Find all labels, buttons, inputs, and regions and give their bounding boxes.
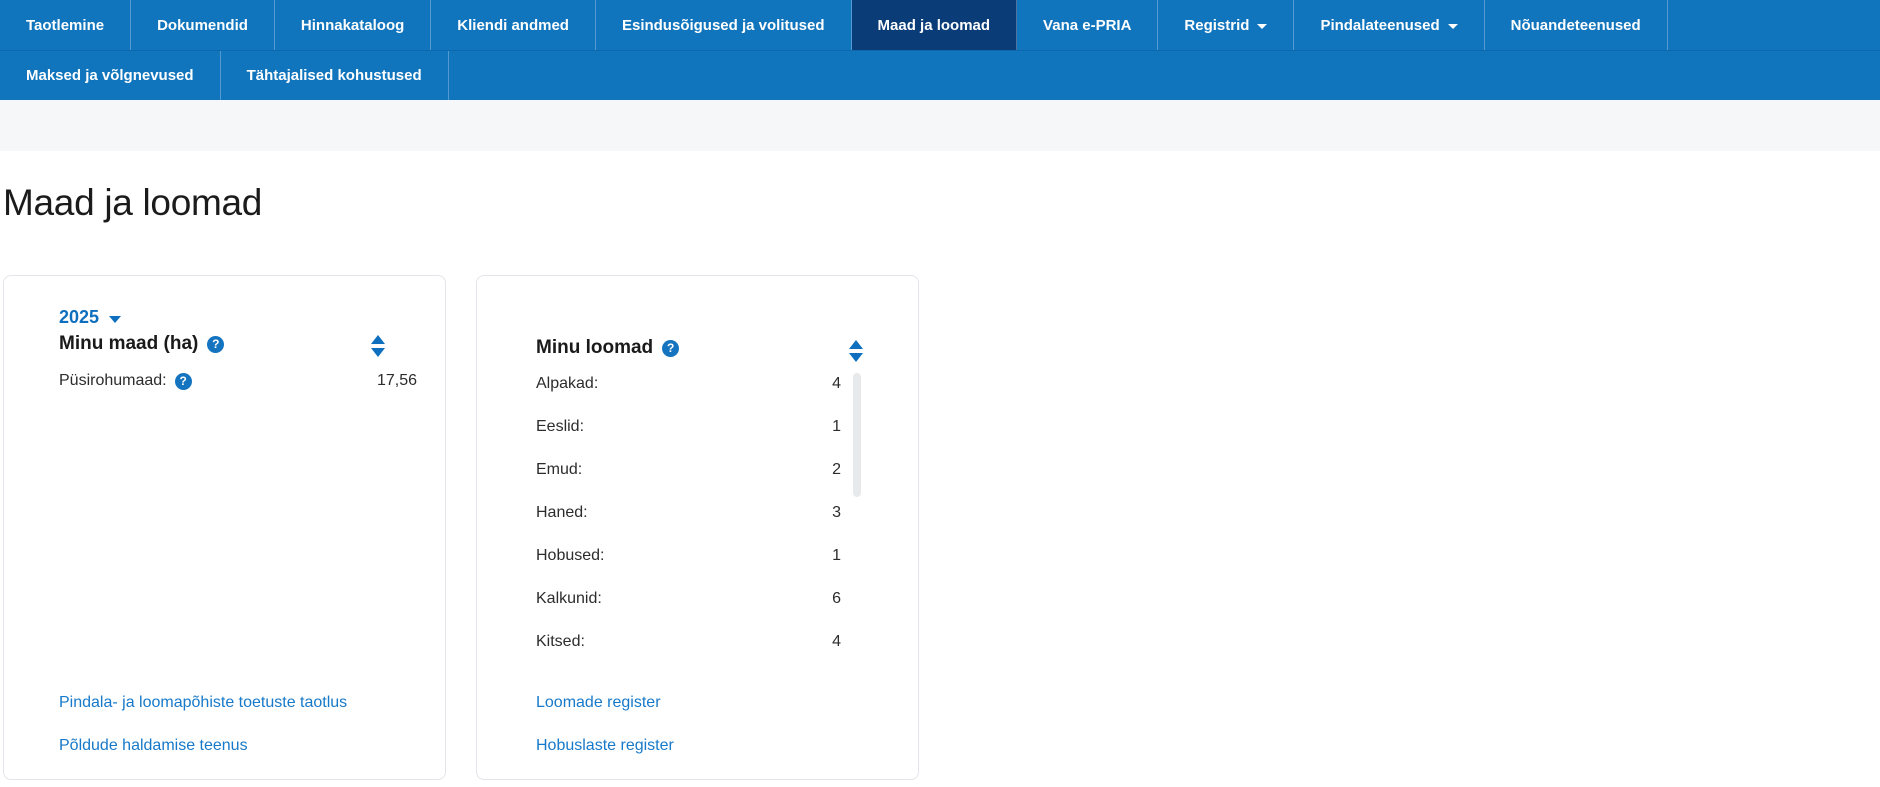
animal-row-label: Alpakad: — [536, 374, 598, 394]
list-item: Kitsed: 4 — [536, 632, 841, 652]
animal-row-label: Kalkunid: — [536, 589, 602, 609]
nav-tab[interactable]: Taotlemine — [0, 0, 131, 50]
land-card-links: Pindala- ja loomapõhiste toetuste taotlu… — [59, 693, 347, 756]
land-card: 2025 Minu maad (ha) Püsirohumaad: 17,56 — [3, 275, 446, 780]
land-row-value: 17,56 — [377, 371, 417, 391]
animal-row-value: 1 — [832, 546, 841, 566]
scrollbar-thumb[interactable] — [853, 373, 861, 497]
land-card-link[interactable]: Pindala- ja loomapõhiste toetuste taotlu… — [59, 693, 347, 713]
list-item: Haned: 3 — [536, 503, 841, 523]
nav-tab-label: Taotlemine — [26, 17, 104, 34]
nav-row-secondary: Maksed ja võlgnevused Tähtajalised kohus… — [0, 50, 1880, 100]
animal-row-label: Kitsed: — [536, 632, 585, 652]
chevron-down-icon — [1448, 24, 1458, 29]
nav-row-primary: Taotlemine Dokumendid Hinnakataloog Klie… — [0, 0, 1880, 50]
help-icon[interactable] — [175, 373, 192, 390]
year-selector[interactable]: 2025 — [59, 307, 121, 328]
list-item: Kalkunid: 6 — [536, 589, 841, 609]
nav-tab-label: Vana e-PRIA — [1043, 17, 1131, 34]
animals-card: Minu loomad Alpakad: 4 Eeslid: 1 — [476, 275, 919, 780]
animal-row-value: 6 — [832, 589, 841, 609]
nav-tab-label: Pindalateenused — [1320, 17, 1439, 34]
nav-tab[interactable]: Kliendi andmed — [431, 0, 596, 50]
animal-row-value: 1 — [832, 417, 841, 437]
animal-row-value: 2 — [832, 460, 841, 480]
nav-tab[interactable]: Nõuandeteenused — [1485, 0, 1668, 50]
sort-asc-icon — [849, 340, 863, 349]
help-icon[interactable] — [662, 340, 679, 357]
sort-desc-icon — [849, 353, 863, 362]
page-title: Maad ja loomad — [3, 181, 1880, 225]
animal-row-value: 3 — [832, 503, 841, 523]
chevron-down-icon — [1257, 24, 1267, 29]
nav-tab-label: Kliendi andmed — [457, 17, 569, 34]
nav-tab-label: Maksed ja võlgnevused — [26, 67, 194, 84]
nav-tab[interactable]: Hinnakataloog — [275, 0, 431, 50]
nav-tab[interactable]: Esindusõigused ja volitused — [596, 0, 852, 50]
nav-tab-label: Esindusõigused ja volitused — [622, 17, 825, 34]
nav-tab-label: Tähtajalised kohustused — [247, 67, 422, 84]
nav-tab[interactable]: Registrid — [1158, 0, 1294, 50]
animal-row-value: 4 — [832, 632, 841, 652]
nav-tab[interactable]: Maksed ja võlgnevused — [0, 51, 221, 100]
land-card-header: Minu maad (ha) — [59, 333, 417, 355]
list-item: Püsirohumaad: 17,56 — [59, 371, 417, 391]
list-item: Hobused: 1 — [536, 546, 841, 566]
list-item: Emud: 2 — [536, 460, 841, 480]
animal-row-label: Hobused: — [536, 546, 605, 566]
nav-tab[interactable]: Vana e-PRIA — [1017, 0, 1158, 50]
nav-tab-label: Nõuandeteenused — [1511, 17, 1641, 34]
animals-card-title: Minu loomad — [536, 337, 653, 359]
land-card-link[interactable]: Põldude haldamise teenus — [59, 736, 347, 756]
main-content: Maad ja loomad 2025 Minu maad (ha) Püsir… — [0, 181, 1880, 780]
nav-tab-label: Maad ja loomad — [878, 17, 991, 34]
animals-card-links: Loomade register Hobuslaste register — [536, 693, 674, 756]
animal-row-value: 4 — [832, 374, 841, 394]
nav-tab[interactable]: Tähtajalised kohustused — [221, 51, 449, 100]
land-list: Püsirohumaad: 17,56 — [59, 371, 417, 391]
animals-card-link[interactable]: Hobuslaste register — [536, 736, 674, 756]
nav-tab[interactable]: Maad ja loomad — [852, 0, 1018, 50]
list-item: Eeslid: 1 — [536, 417, 841, 437]
land-row-label: Püsirohumaad: — [59, 371, 167, 391]
list-item: Alpakad: 4 — [536, 374, 841, 394]
subheader-band — [0, 100, 1880, 151]
main-nav: Taotlemine Dokumendid Hinnakataloog Klie… — [0, 0, 1880, 100]
nav-tab[interactable]: Dokumendid — [131, 0, 275, 50]
land-card-title: Minu maad (ha) — [59, 333, 198, 355]
help-icon[interactable] — [207, 336, 224, 353]
nav-tab[interactable]: Pindalateenused — [1294, 0, 1484, 50]
animal-row-label: Emud: — [536, 460, 582, 480]
nav-tab-label: Dokumendid — [157, 17, 248, 34]
animals-card-link[interactable]: Loomade register — [536, 693, 674, 713]
nav-tab-label: Hinnakataloog — [301, 17, 404, 34]
nav-tab-label: Registrid — [1184, 17, 1249, 34]
sort-desc-icon — [371, 348, 385, 357]
sort-toggle[interactable] — [849, 340, 863, 362]
sort-toggle[interactable] — [371, 335, 385, 357]
animal-list: Alpakad: 4 Eeslid: 1 Emud: 2 Haned: — [536, 374, 841, 652]
year-selector-label: 2025 — [59, 307, 99, 328]
animal-row-label: Eeslid: — [536, 417, 584, 437]
animal-row-label: Haned: — [536, 503, 588, 523]
cards-row: 2025 Minu maad (ha) Püsirohumaad: 17,56 — [3, 275, 1880, 780]
sort-asc-icon — [371, 335, 385, 344]
chevron-down-icon — [109, 316, 121, 323]
